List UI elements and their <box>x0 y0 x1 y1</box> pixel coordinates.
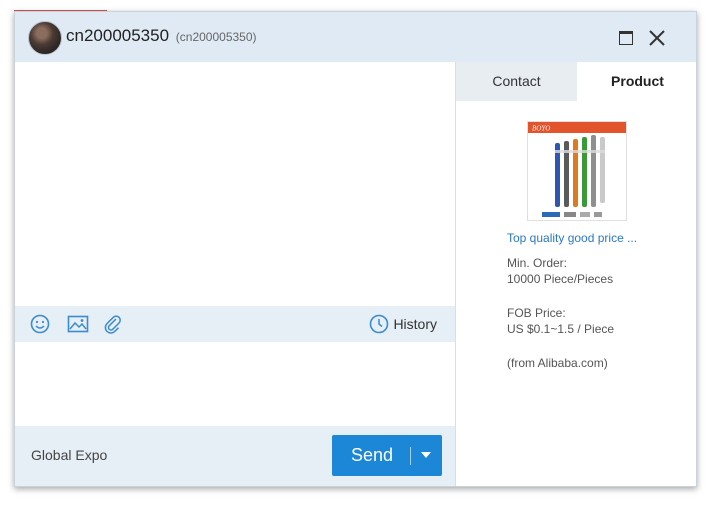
paperclip-icon[interactable] <box>103 314 123 334</box>
compose-footer: Global Expo Send <box>15 426 455 486</box>
clock-icon <box>370 314 389 334</box>
avatar[interactable] <box>28 21 62 55</box>
global-expo-link[interactable]: Global Expo <box>31 447 107 463</box>
tab-contact[interactable]: Contact <box>456 62 577 101</box>
side-panel: Contact Product BOYO Top quality good pr… <box>455 62 696 486</box>
min-order-value: 10000 Piece/Pieces <box>507 272 614 286</box>
history-button[interactable]: History <box>369 313 437 335</box>
maximize-icon[interactable] <box>619 31 633 45</box>
image-icon[interactable] <box>67 314 89 334</box>
compose-toolbar: History <box>15 306 455 342</box>
message-input[interactable] <box>15 342 455 426</box>
username: cn200005350 <box>66 26 170 45</box>
product-source: (from Alibaba.com) <box>507 356 608 370</box>
send-label: Send <box>351 445 394 465</box>
chat-window: cn200005350 (cn200005350) History Global… <box>14 11 697 487</box>
contact-name: cn200005350 (cn200005350) <box>66 26 257 46</box>
history-label: History <box>393 316 437 332</box>
username-sub: (cn200005350) <box>175 30 257 44</box>
send-divider <box>410 447 411 465</box>
chat-panel: History Global Expo Send <box>15 62 455 486</box>
min-order-label: Min. Order: <box>507 256 568 270</box>
product-image[interactable]: BOYO <box>527 121 627 221</box>
send-button[interactable]: Send <box>332 435 442 476</box>
product-title-link[interactable]: Top quality good price ... <box>507 231 652 245</box>
tab-product[interactable]: Product <box>577 62 696 101</box>
fob-price-value: US $0.1~1.5 / Piece <box>507 322 615 336</box>
product-brand-text: BOYO <box>532 125 550 133</box>
chat-header: cn200005350 (cn200005350) <box>15 12 696 63</box>
fob-price-label: FOB Price: <box>507 306 566 320</box>
side-tabs: Contact Product <box>456 62 696 101</box>
chevron-down-icon[interactable] <box>421 452 431 458</box>
smiley-icon[interactable] <box>30 314 50 334</box>
message-history[interactable] <box>15 62 455 306</box>
close-icon[interactable] <box>647 28 667 48</box>
